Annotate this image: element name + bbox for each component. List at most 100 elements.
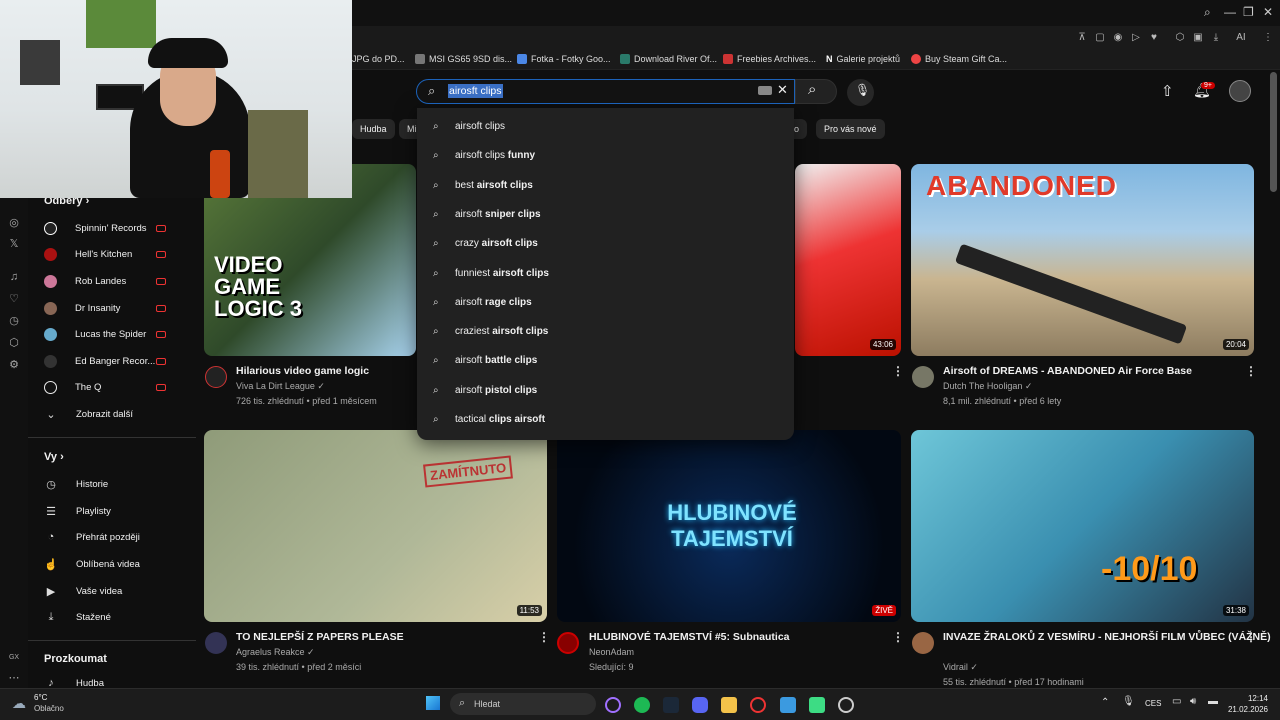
history-icon[interactable]: ◷ [7,314,21,328]
video-title[interactable]: Airsoft of DREAMS - ABANDONED Air Force … [943,365,1192,377]
keyboard-icon[interactable] [758,86,772,95]
sidebar-item-liked[interactable]: ☝ Oblíbená videa [44,553,184,575]
search-suggestion[interactable]: ⌕ airsoft sniper clips [417,200,794,229]
upload-icon[interactable]: ⇧ [1161,82,1174,100]
channel-avatar[interactable] [912,366,934,388]
extensions-icon[interactable]: ⬡ [1174,32,1186,44]
search-suggestion[interactable]: ⌕ airsoft rage clips [417,288,794,317]
network-icon[interactable]: ▭ [1172,696,1181,707]
spotify-icon[interactable] [634,697,650,713]
chevron-up-icon[interactable]: ⌃ [1101,697,1109,708]
you-header[interactable]: Vy › [44,451,64,463]
search-input-value[interactable]: airosft clips [448,84,503,98]
channel-name[interactable]: Vidrail ✓ [943,662,978,673]
clock-date[interactable]: 21.02.2026 [1222,705,1268,714]
video-title[interactable]: INVAZE ŽRALOKŮ Z VESMÍRU - NEJHORŠÍ FILM… [943,631,1271,643]
clear-search-icon[interactable]: ✕ [777,82,788,98]
more-icon[interactable]: ⋮ [1245,364,1257,378]
video-thumbnail[interactable]: HLUBINOVÉ TAJEMSTVÍ ŽIVĚ [557,430,901,622]
steam-icon[interactable] [663,697,679,713]
close-icon[interactable]: ✕ [1263,5,1273,19]
bookmark-item[interactable]: Freebies Archives... [723,54,816,64]
channel-name[interactable]: Dutch The Hooligan ✓ [943,381,1032,392]
opera-icon[interactable] [605,697,621,713]
bookmark-item[interactable]: JPG do PD... [352,54,405,64]
channel-avatar[interactable] [205,366,227,388]
more-icon[interactable]: ⋮ [1245,630,1257,644]
language-indicator[interactable]: CES [1145,699,1161,708]
channel-avatar-live[interactable] [557,632,579,654]
search-suggestion[interactable]: ⌕ airsoft clips [417,112,794,141]
sidebar-sub-item[interactable]: Hell's Kitchen [44,243,184,265]
sidebar-item-playlists[interactable]: ☰ Playlisty [44,500,184,522]
bookmark-item[interactable]: N Galerie projektů [826,54,900,64]
bookmark-item[interactable]: Buy Steam Gift Ca... [911,54,1007,64]
sidebar-sub-item[interactable]: Rob Landes [44,270,184,292]
sidebar-sub-item[interactable]: Spinnin' Records [44,217,184,239]
folder-icon[interactable] [721,697,737,713]
video-thumbnail[interactable]: ZAMÍTNUTO 11:53 [204,430,547,622]
search-suggestion[interactable]: ⌕ craziest airsoft clips [417,317,794,346]
video-thumbnail[interactable]: ABANDONED 20:04 [911,164,1254,356]
mic-icon[interactable]: 🎙︎ [1122,696,1135,707]
video-title[interactable]: Hilarious video game logic [236,365,369,377]
app-icon[interactable] [809,697,825,713]
scrollbar[interactable] [1270,72,1277,192]
search-suggestion[interactable]: ⌕ funniest airsoft clips [417,259,794,288]
channel-name[interactable]: Agraelus Reakce ✓ [236,647,315,658]
search-suggestion[interactable]: ⌕ airsoft pistol clips [417,376,794,405]
settings-icon[interactable]: ⚙ [7,358,21,372]
bookmark-item[interactable]: Fotka - Fotky Goo... [517,54,611,64]
more-icon[interactable]: ⋮ [892,630,904,644]
channel-name[interactable]: NeonAdam [589,647,634,657]
more-icon[interactable]: ⋯ [7,671,21,685]
more-icon[interactable]: ⋮ [538,630,550,644]
sidebar-item-your-videos[interactable]: ▶ Vaše videa [44,580,184,602]
avatar[interactable] [1229,80,1251,102]
sidebar-sub-item[interactable]: Ed Banger Recor... [44,350,184,372]
sidebar-sub-item[interactable]: The Q [44,376,184,398]
video-thumbnail[interactable]: -10/10 31:38 [911,430,1254,622]
photos-icon[interactable] [780,697,796,713]
sidebar-item-downloads[interactable]: ⤓ Stažené [44,606,184,628]
play-icon[interactable]: ▷ [1130,32,1142,44]
menu-icon[interactable]: ⋮ [1262,32,1274,44]
channel-name[interactable]: Viva La Dirt League ✓ [236,381,325,392]
battery-icon[interactable]: ▬ [1208,696,1218,707]
channel-avatar[interactable] [912,632,934,654]
video-title[interactable]: TO NEJLEPŠÍ Z PAPERS PLEASE [236,631,404,643]
search-suggestion[interactable]: ⌕ airsoft clips funny [417,141,794,170]
restore-icon[interactable]: ❐ [1243,5,1254,19]
sidebar-item-watch-later[interactable]: ◔ Přehrát později [44,526,184,548]
app-icon[interactable] [838,697,854,713]
search-icon[interactable]: ⌕ [1204,5,1211,20]
x-icon[interactable]: 𝕏 [7,237,21,251]
volume-icon[interactable]: 🔊︎ [1190,696,1196,707]
chip[interactable]: Hudba [352,119,395,139]
ai-icon[interactable]: AI [1232,32,1250,44]
taskbar-search[interactable]: Hledat [450,693,596,715]
bookmark-item[interactable]: MSI GS65 9SD dis... [415,54,512,64]
tabs-icon[interactable]: ▣ [1192,32,1204,44]
minimize-icon[interactable]: — [1224,5,1236,19]
snapshot-icon[interactable]: ▢ [1094,32,1106,44]
windows-start-icon[interactable] [426,696,440,710]
video-thumbnail[interactable]: 43:06 [795,164,901,356]
search-suggestion[interactable]: ⌕ tactical clips airsoft [417,405,794,434]
bookmark-item[interactable]: Download River Of... [620,54,717,64]
discord-icon[interactable] [692,697,708,713]
weather-desc[interactable]: Oblačno [34,704,64,713]
chip[interactable]: Pro vás nové [816,119,885,139]
sidebar-sub-item[interactable]: Dr Insanity [44,297,184,319]
download-icon[interactable]: ⤓ [1210,32,1222,44]
opera-gx-icon[interactable] [750,697,766,713]
channel-avatar[interactable] [205,632,227,654]
show-more-button[interactable]: ⌄ Zobrazit další [44,403,184,425]
pin-icon[interactable]: ⊼ [1076,32,1088,44]
video-title[interactable]: HLUBINOVÉ TAJEMSTVÍ #5: Subnautica [589,631,790,643]
instagram-icon[interactable]: ◎ [7,216,21,230]
camera-icon[interactable]: ◉ [1112,32,1124,44]
clock-time[interactable]: 12:14 [1222,694,1268,703]
search-suggestion[interactable]: ⌕ airsoft battle clips [417,346,794,375]
sidebar-sub-item[interactable]: Lucas the Spider [44,323,184,345]
